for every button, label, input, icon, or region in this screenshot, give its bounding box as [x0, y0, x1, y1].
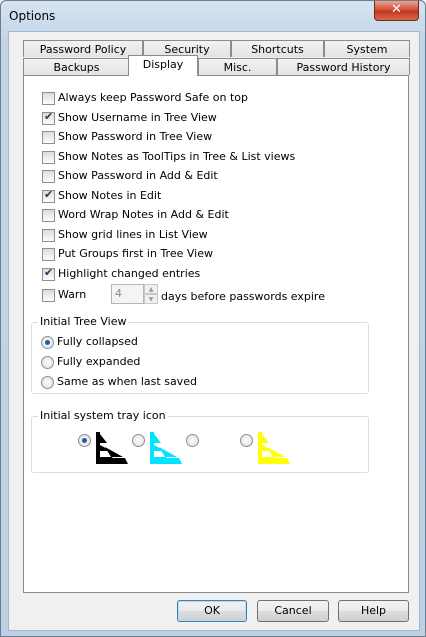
tray-icon-radio[interactable] — [186, 434, 199, 447]
tab-system[interactable]: System — [324, 40, 410, 57]
checkbox-box[interactable]: ✔ — [42, 248, 55, 261]
checkbox-box[interactable]: ✔ — [42, 131, 55, 144]
checkbox-label: Show Password in Add & Edit — [58, 169, 218, 182]
tab-label: System — [346, 43, 388, 56]
checkbox-box[interactable]: ✔ — [42, 265, 55, 281]
check-mark-icon: ✔ — [44, 265, 54, 279]
check-mark-icon: ✔ — [44, 187, 54, 201]
checkbox-box[interactable]: ✔ — [42, 187, 55, 203]
tab-backups[interactable]: Backups — [23, 58, 130, 75]
help-button[interactable]: Help — [338, 600, 409, 622]
tree-view-option-label: Fully expanded — [57, 355, 141, 368]
cancel-button[interactable]: Cancel — [257, 600, 329, 622]
tab-password-policy[interactable]: Password Policy — [23, 40, 143, 57]
spin-up-button[interactable]: ▲ — [144, 284, 158, 294]
checkbox-label: Show Notes in Edit — [58, 188, 162, 202]
window-title: Options — [9, 9, 56, 23]
tab-display[interactable]: Display — [128, 55, 198, 76]
tree-view-radio[interactable] — [41, 376, 54, 389]
warn-label: Warn — [58, 288, 87, 301]
checkbox-label: Show grid lines in List View — [58, 227, 208, 241]
cyan-tray-icon — [150, 432, 182, 464]
spin-down-button[interactable]: ▼ — [144, 294, 158, 304]
tab-label: Password Policy — [39, 43, 127, 56]
tray-icon-radio[interactable] — [132, 434, 145, 447]
checkbox-box[interactable]: ✔ — [42, 109, 55, 125]
ok-button[interactable]: OK — [177, 600, 247, 622]
warn-days-input[interactable]: 4 — [111, 284, 144, 304]
close-button[interactable]: ✕ — [374, 1, 419, 21]
checkbox-box[interactable]: ✔ — [42, 92, 55, 105]
checkbox-box[interactable]: ✔ — [42, 170, 55, 183]
group-title: Initial system tray icon — [38, 409, 168, 422]
tab-label: Display — [142, 58, 184, 71]
tree-view-option-label: Same as when last saved — [57, 375, 197, 388]
tab-password-history[interactable]: Password History — [277, 58, 410, 75]
checkbox-box[interactable]: ✔ — [42, 209, 55, 222]
tab-label: Misc. — [223, 61, 252, 74]
checkbox-label: Always keep Password Safe on top — [58, 91, 249, 104]
radio-dot — [45, 340, 50, 345]
tray-icon-radio[interactable] — [78, 434, 91, 447]
checkbox-label: Show Username in Tree View — [58, 110, 217, 124]
white-tray-icon — [204, 432, 236, 464]
yellow-tray-icon — [258, 432, 290, 464]
title-bar[interactable]: Options ✕ — [1, 1, 425, 31]
check-mark-icon: ✔ — [44, 109, 54, 123]
tab-label: Shortcuts — [251, 43, 304, 56]
tab-shortcuts[interactable]: Shortcuts — [231, 40, 324, 57]
tree-view-radio[interactable] — [41, 356, 54, 369]
checkbox-label: Word Wrap Notes in Add & Edit — [58, 208, 229, 221]
tab-label: Backups — [53, 61, 100, 74]
checkbox-box[interactable]: ✔ — [42, 289, 55, 302]
tree-view-radio[interactable] — [41, 336, 54, 349]
checkbox-label: Show Password in Tree View — [58, 130, 213, 143]
checkbox-label: Put Groups first in Tree View — [58, 247, 213, 260]
checkbox-box[interactable]: ✔ — [42, 228, 55, 242]
tree-view-option-label: Fully collapsed — [57, 335, 138, 348]
checkbox-label: Highlight changed entries — [58, 266, 201, 280]
checkbox-label: Show Notes as ToolTips in Tree & List vi… — [58, 149, 296, 163]
tray-icon-radio[interactable] — [240, 434, 253, 447]
warn-days-suffix: days before passwords expire — [161, 290, 325, 303]
close-icon: ✕ — [391, 2, 402, 17]
group-title: Initial Tree View — [38, 315, 129, 328]
radio-dot — [82, 438, 87, 443]
tab-label: Password History — [296, 61, 391, 74]
tab-misc[interactable]: Misc. — [198, 58, 277, 75]
checkbox-box[interactable]: ✔ — [42, 150, 55, 164]
black-tray-icon — [96, 432, 128, 464]
